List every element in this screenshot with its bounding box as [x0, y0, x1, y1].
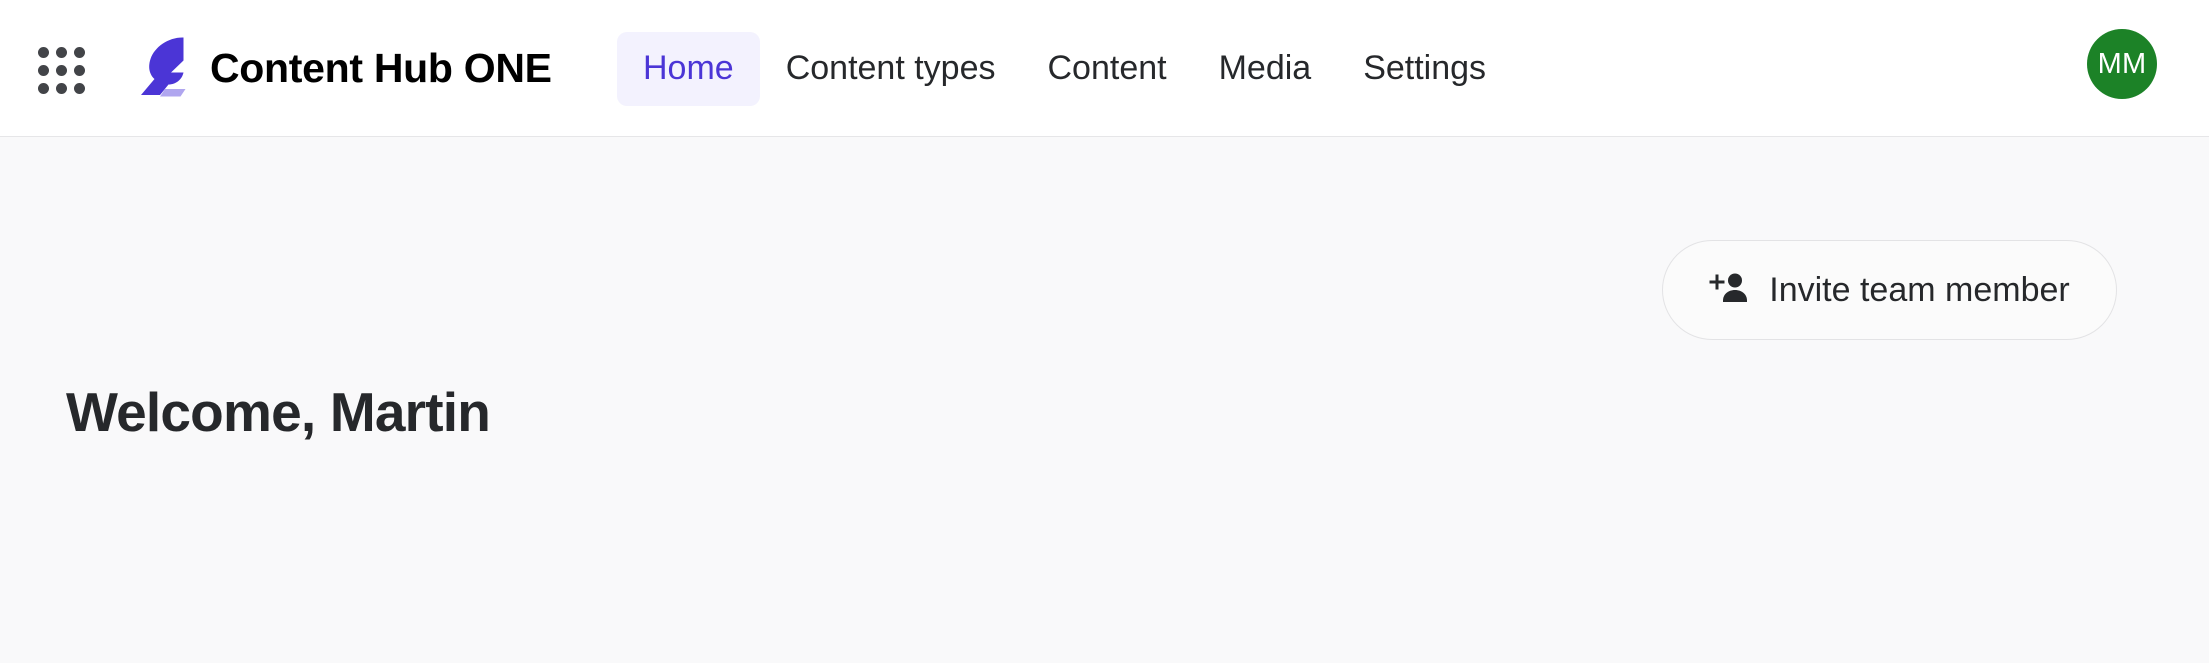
brand-title: Content Hub ONE — [210, 45, 552, 91]
nav-item-content-types[interactable]: Content types — [760, 32, 1022, 106]
grid-dot — [74, 83, 85, 94]
main-navigation: Home Content types Content Media Setting… — [617, 0, 1512, 137]
apps-grid-icon[interactable] — [38, 47, 85, 94]
page-title: Welcome, Martin — [66, 381, 491, 443]
grid-dot — [38, 83, 49, 94]
invite-team-member-button[interactable]: Invite team member — [1662, 240, 2117, 340]
grid-dot — [56, 65, 67, 76]
grid-dot — [74, 65, 85, 76]
feather-logo-icon[interactable] — [138, 35, 194, 97]
grid-dot — [74, 47, 85, 58]
avatar[interactable]: MM — [2087, 29, 2157, 99]
nav-item-media[interactable]: Media — [1193, 32, 1338, 106]
grid-dot — [38, 65, 49, 76]
nav-item-content[interactable]: Content — [1022, 32, 1193, 106]
top-header: Content Hub ONE Home Content types Conte… — [0, 0, 2209, 137]
grid-dot — [38, 47, 49, 58]
page-body: Welcome, Martin Invite team member — [0, 137, 2209, 663]
grid-dot — [56, 83, 67, 94]
nav-item-settings[interactable]: Settings — [1337, 32, 1512, 106]
grid-dot — [56, 47, 67, 58]
person-add-icon — [1709, 272, 1748, 309]
invite-team-member-label: Invite team member — [1769, 270, 2070, 309]
nav-item-home[interactable]: Home — [617, 31, 760, 106]
